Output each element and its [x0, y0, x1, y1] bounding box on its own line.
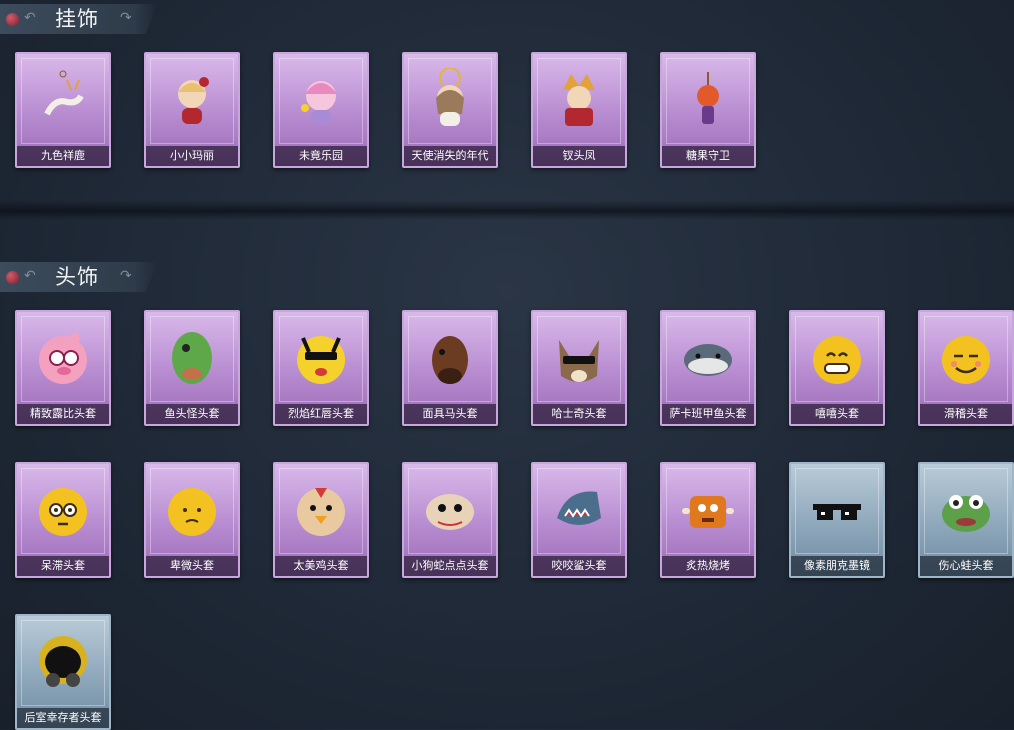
section-title: 头饰: [55, 265, 99, 289]
pin-icon: [6, 271, 19, 284]
curl-ornament-icon: ↶: [24, 268, 36, 284]
gas-mask-helmet-icon: [31, 630, 95, 694]
item-label: 九色祥鹿: [17, 146, 109, 166]
sad-frog-mask-icon: [934, 478, 998, 542]
item-card[interactable]: 面具马头套: [402, 310, 498, 426]
horse-mask-icon: [418, 326, 482, 390]
item-card[interactable]: 哈士奇头套: [531, 310, 627, 426]
pink-bear-mask-icon: [31, 326, 95, 390]
humble-emoji-mask-icon: [160, 478, 224, 542]
item-label: 后室幸存者头套: [17, 708, 109, 728]
item-card[interactable]: 滑稽头套: [918, 310, 1014, 426]
shark-mask-icon: [547, 478, 611, 542]
item-card[interactable]: 太美鸡头套: [273, 462, 369, 578]
fish-head-mask-icon: [160, 326, 224, 390]
grin-emoji-mask-icon: [805, 326, 869, 390]
sacabambaspis-mask-icon: [676, 326, 740, 390]
item-card[interactable]: 像素朋克墨镜: [789, 462, 885, 578]
item-label: 糖果守卫: [662, 146, 754, 166]
doll-girl-pendant-icon: [160, 68, 224, 132]
item-label: 太美鸡头套: [275, 556, 367, 576]
item-card[interactable]: 未竟乐园: [273, 52, 369, 168]
pin-icon: [6, 13, 19, 26]
item-label: 钗头凤: [533, 146, 625, 166]
item-label: 小小玛丽: [146, 146, 238, 166]
item-label: 烈焰红唇头套: [275, 404, 367, 424]
husky-mask-icon: [547, 326, 611, 390]
chicken-mask-icon: [289, 478, 353, 542]
section-title: 挂饰: [55, 7, 99, 31]
section-divider: [0, 200, 1014, 220]
item-card[interactable]: 钗头凤: [531, 52, 627, 168]
section-header-pendants: ↶ 挂饰 ↷: [0, 4, 158, 34]
item-label: 卑微头套: [146, 556, 238, 576]
item-label: 咬咬鲨头套: [533, 556, 625, 576]
item-card[interactable]: 呆滞头套: [15, 462, 111, 578]
item-label: 鱼头怪头套: [146, 404, 238, 424]
item-label: 滑稽头套: [920, 404, 1012, 424]
item-label: 萨卡班甲鱼头套: [662, 404, 754, 424]
item-label: 伤心蛙头套: [920, 556, 1012, 576]
item-card[interactable]: 咬咬鲨头套: [531, 462, 627, 578]
phoenix-crown-doll-icon: [547, 68, 611, 132]
item-label: 呆滞头套: [17, 556, 109, 576]
curl-ornament-icon: ↷: [120, 268, 132, 284]
deer-pendant-icon: [31, 68, 95, 132]
item-card[interactable]: 小小玛丽: [144, 52, 240, 168]
item-card[interactable]: 糖果守卫: [660, 52, 756, 168]
item-label: 面具马头套: [404, 404, 496, 424]
item-card[interactable]: 嘻嘻头套: [789, 310, 885, 426]
item-label: 炙热烧烤: [662, 556, 754, 576]
item-label: 哈士奇头套: [533, 404, 625, 424]
item-card[interactable]: 鱼头怪头套: [144, 310, 240, 426]
candy-guard-pendant-icon: [676, 68, 740, 132]
item-card[interactable]: 卑微头套: [144, 462, 240, 578]
bbq-mask-icon: [676, 478, 740, 542]
pixel-sunglasses-icon: [805, 478, 869, 542]
pink-girl-pendant-icon: [289, 68, 353, 132]
item-card[interactable]: 后室幸存者头套: [15, 614, 111, 730]
curl-ornament-icon: ↷: [120, 10, 132, 26]
item-label: 小狗蛇点点头套: [404, 556, 496, 576]
item-card[interactable]: 小狗蛇点点头套: [402, 462, 498, 578]
item-card[interactable]: 烈焰红唇头套: [273, 310, 369, 426]
item-label: 像素朋克墨镜: [791, 556, 883, 576]
item-card[interactable]: 炙热烧烤: [660, 462, 756, 578]
item-card[interactable]: 天使消失的年代: [402, 52, 498, 168]
curl-ornament-icon: ↶: [24, 10, 36, 26]
item-label: 嘻嘻头套: [791, 404, 883, 424]
funny-emoji-mask-icon: [934, 326, 998, 390]
item-label: 未竟乐园: [275, 146, 367, 166]
item-card[interactable]: 萨卡班甲鱼头套: [660, 310, 756, 426]
item-card[interactable]: 九色祥鹿: [15, 52, 111, 168]
item-label: 精致露比头套: [17, 404, 109, 424]
section-header-headwear: ↶ 头饰 ↷: [0, 262, 158, 292]
item-card[interactable]: 伤心蛙头套: [918, 462, 1014, 578]
item-label: 天使消失的年代: [404, 146, 496, 166]
yellow-sunglasses-mask-icon: [289, 326, 353, 390]
dazed-emoji-mask-icon: [31, 478, 95, 542]
angel-doll-pendant-icon: [418, 68, 482, 132]
item-card[interactable]: 精致露比头套: [15, 310, 111, 426]
snake-mask-icon: [418, 478, 482, 542]
